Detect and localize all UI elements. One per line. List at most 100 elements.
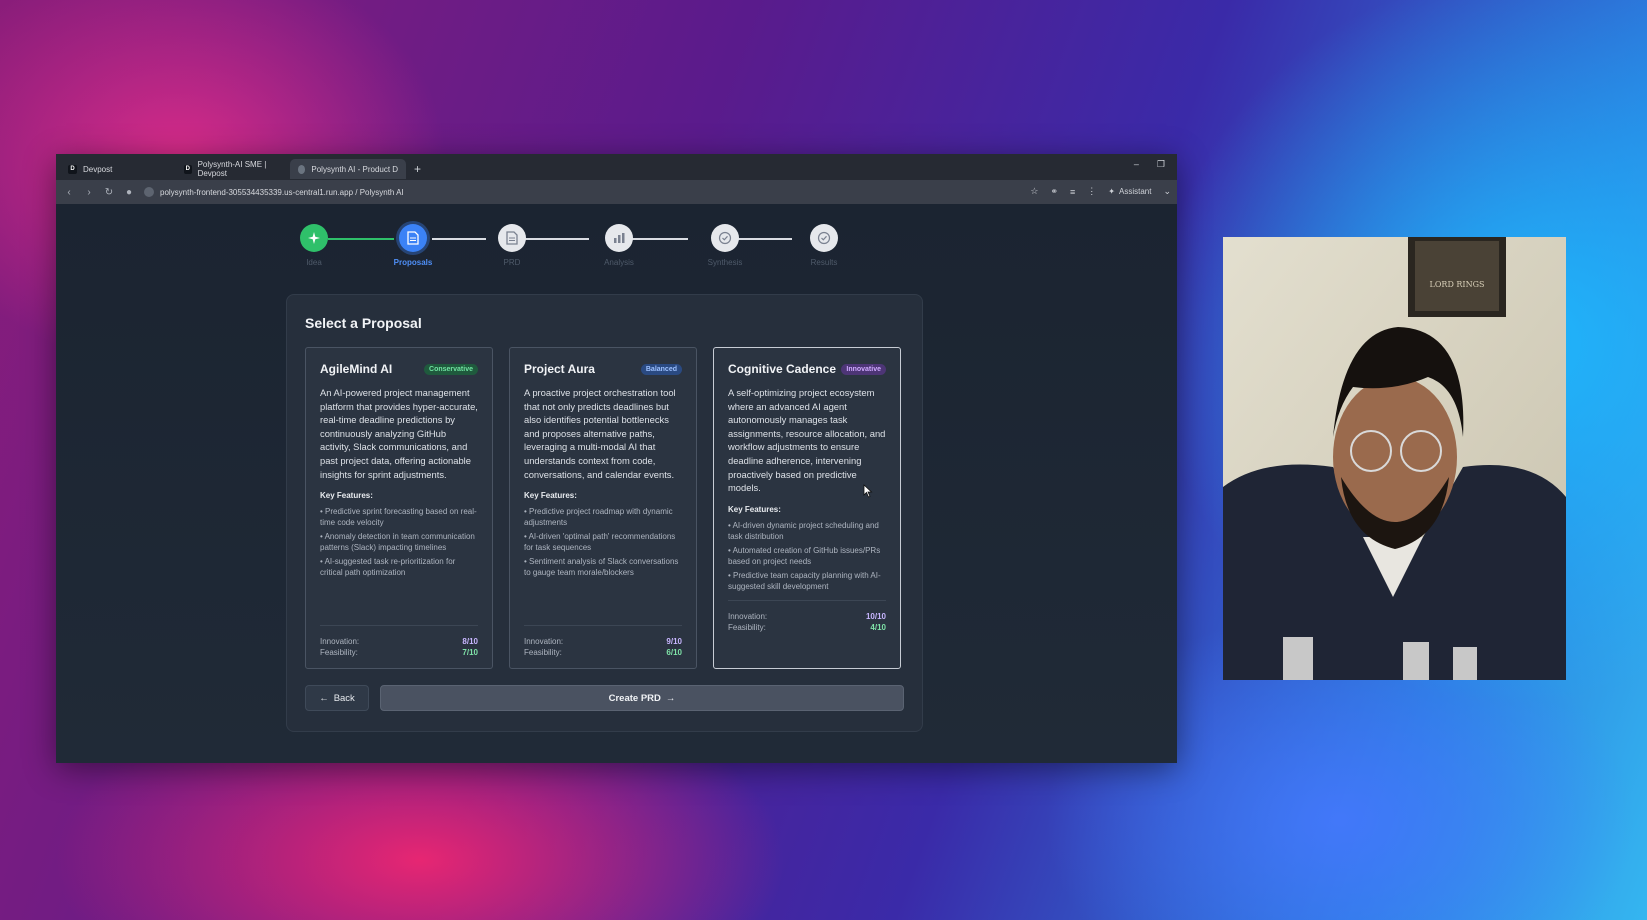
step-prd[interactable]: PRD	[482, 224, 542, 267]
new-tab-button[interactable]: +	[414, 162, 421, 176]
step-analysis[interactable]: Analysis	[589, 224, 649, 267]
key-features-label: Key Features:	[524, 491, 577, 501]
url-text: polysynth-frontend-305534435339.us-centr…	[160, 187, 404, 197]
page-viewport: Idea Proposals PRD Analysis Synthesis Re…	[56, 204, 1177, 763]
mic-icon[interactable]: ●	[124, 187, 134, 198]
back-button-label: Back	[333, 692, 355, 704]
document-icon	[399, 224, 427, 252]
create-prd-button[interactable]: Create PRD →	[380, 685, 904, 711]
extensions-icon[interactable]: ⋮	[1087, 186, 1096, 197]
devpost-favicon-icon: D	[184, 164, 192, 174]
arrow-left-icon: ←	[319, 692, 329, 704]
tab-devpost[interactable]: D Devpost	[60, 159, 176, 179]
step-label: Synthesis	[707, 258, 743, 267]
feasibility-score: 4/10	[870, 623, 886, 632]
proposal-card-cognitive-cadence[interactable]: Cognitive Cadence Innovative A self-opti…	[713, 347, 901, 669]
proposal-title: Project Aura	[524, 362, 595, 376]
site-info-icon[interactable]	[144, 187, 154, 197]
svg-text:LORD RINGS: LORD RINGS	[1430, 280, 1485, 289]
feature-item: • Predictive project roadmap with dynami…	[524, 507, 673, 528]
create-prd-label: Create PRD	[608, 692, 661, 704]
proposal-metrics: Innovation: 10/10 Feasibility: 4/10	[728, 600, 886, 633]
proposal-panel: Select a Proposal AgileMind AI Conservat…	[286, 294, 923, 732]
url-field[interactable]: polysynth-frontend-305534435339.us-centr…	[144, 187, 404, 197]
forward-nav-icon[interactable]: ›	[84, 187, 94, 198]
back-button[interactable]: ← Back	[305, 685, 369, 711]
proposal-card-agilemind[interactable]: AgileMind AI Conservative An AI-powered …	[305, 347, 493, 669]
address-bar: ‹ › ↻ ● polysynth-frontend-305534435339.…	[56, 180, 1177, 204]
feature-item: • AI-suggested task re-prioritization fo…	[320, 557, 456, 578]
proposal-description: A proactive project orchestration tool t…	[524, 387, 676, 480]
tab-label: Polysynth AI - Product Design	[311, 164, 398, 174]
feature-item: • AI-driven 'optimal path' recommendatio…	[524, 532, 676, 553]
feasibility-label: Feasibility:	[320, 648, 358, 657]
innovation-label: Innovation:	[728, 612, 768, 621]
feature-item: • Anomaly detection in team communicatio…	[320, 532, 475, 553]
star-icon[interactable]: ☆	[1030, 186, 1038, 197]
feature-item: • Predictive team capacity planning with…	[728, 570, 881, 591]
key-features-label: Key Features:	[728, 504, 781, 514]
innovation-score: 9/10	[666, 637, 682, 646]
progress-stepper: Idea Proposals PRD Analysis Synthesis Re…	[284, 224, 884, 274]
restore-icon[interactable]: ❐	[1157, 159, 1165, 170]
reload-icon[interactable]: ↻	[104, 187, 114, 198]
innovation-score: 8/10	[462, 637, 478, 646]
bar-chart-icon	[605, 224, 633, 252]
window-controls: – ❐	[1134, 159, 1165, 170]
step-label: PRD	[503, 258, 521, 267]
feasibility-score: 7/10	[462, 648, 478, 657]
innovation-score: 10/10	[865, 612, 886, 621]
proposal-description: A self-optimizing project ecosystem wher…	[728, 387, 886, 494]
proposal-description: An AI-powered project management platfor…	[320, 387, 478, 480]
step-results[interactable]: Results	[794, 224, 854, 267]
assistant-label: Assistant	[1118, 187, 1152, 196]
chevron-down-icon[interactable]: ⌄	[1163, 186, 1171, 197]
tab-label: Devpost	[83, 164, 113, 174]
step-label: Results	[810, 258, 838, 267]
devpost-favicon-icon: D	[68, 164, 77, 174]
link-icon[interactable]: ⚭	[1050, 186, 1058, 197]
tab-label: Polysynth-AI SME | Devpost	[197, 160, 267, 178]
proposal-title: AgileMind AI	[320, 362, 393, 376]
webcam-person-image: LORD RINGS	[1223, 237, 1566, 680]
sparkle-icon	[300, 224, 328, 252]
innovation-label: Innovation:	[320, 637, 360, 646]
step-idea[interactable]: Idea	[284, 224, 344, 267]
menu-lines-icon[interactable]: ≡	[1070, 187, 1075, 197]
proposal-badge: Conservative	[424, 363, 478, 375]
tab-bar: D Devpost D Polysynth-AI SME | Devpost P…	[56, 154, 1177, 180]
back-nav-icon[interactable]: ‹	[64, 187, 74, 198]
tab-polysynth-app[interactable]: Polysynth AI - Product Design	[290, 159, 406, 179]
check-circle-icon	[810, 224, 838, 252]
browser-window: D Devpost D Polysynth-AI SME | Devpost P…	[56, 154, 1177, 763]
innovation-label: Innovation:	[524, 637, 564, 646]
proposal-badge: Balanced	[640, 363, 682, 375]
step-proposals[interactable]: Proposals	[383, 224, 443, 267]
step-label: Idea	[306, 258, 322, 267]
step-synthesis[interactable]: Synthesis	[695, 224, 755, 267]
proposal-metrics: Innovation: 8/10 Feasibility: 7/10	[320, 625, 478, 658]
feasibility-label: Feasibility:	[524, 648, 562, 657]
step-label: Analysis	[604, 258, 634, 267]
tab-polysynth-devpost[interactable]: D Polysynth-AI SME | Devpost	[176, 159, 290, 179]
feasibility-score: 6/10	[666, 648, 682, 657]
address-bar-actions: ☆ ⚭ ≡ ⋮ ✦ Assistant ⌄	[1030, 186, 1171, 197]
feature-item: • Predictive sprint forecasting based on…	[320, 507, 477, 528]
webcam-overlay: LORD RINGS	[1223, 237, 1566, 680]
proposal-badge: Innovative	[841, 363, 886, 375]
panel-title: Select a Proposal	[305, 315, 422, 331]
check-circle-icon	[711, 224, 739, 252]
proposal-metrics: Innovation: 9/10 Feasibility: 6/10	[524, 625, 682, 658]
proposal-title: Cognitive Cadence	[728, 362, 837, 376]
assistant-icon: ✦	[1108, 187, 1115, 196]
document-icon	[498, 224, 526, 252]
feature-item: • Automated creation of GitHub issues/PR…	[728, 545, 881, 566]
globe-icon	[298, 164, 306, 174]
proposal-card-aura[interactable]: Project Aura Balanced A proactive projec…	[509, 347, 697, 669]
arrow-right-icon: →	[665, 692, 676, 704]
feasibility-label: Feasibility:	[728, 623, 766, 632]
key-features-label: Key Features:	[320, 491, 373, 501]
minimize-icon[interactable]: –	[1134, 159, 1139, 170]
feature-item: • AI-driven dynamic project scheduling a…	[728, 520, 879, 541]
assistant-button[interactable]: ✦ Assistant	[1108, 187, 1151, 196]
